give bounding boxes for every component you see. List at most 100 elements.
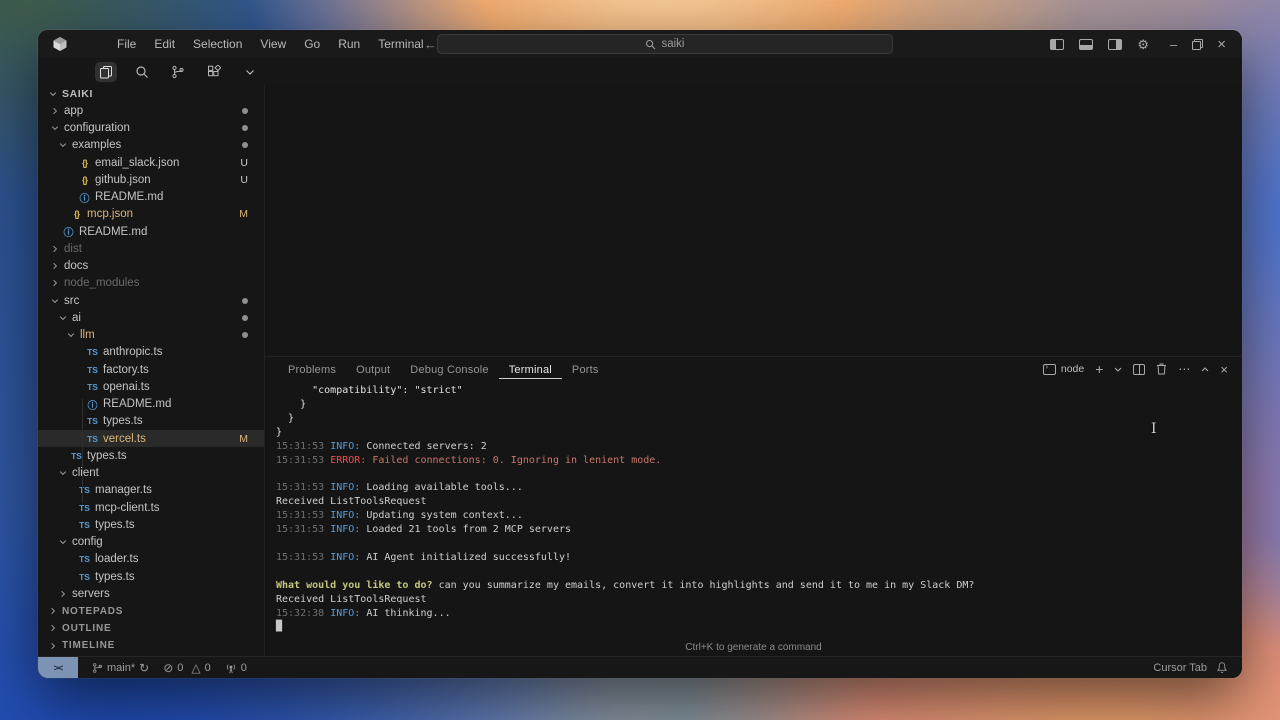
- tree-item-factory-ts[interactable]: TSfactory.ts: [38, 361, 264, 378]
- tree-item-label: dist: [64, 243, 82, 255]
- menu-file[interactable]: File: [108, 34, 145, 54]
- tree-item-config[interactable]: config: [38, 534, 264, 551]
- menu-edit[interactable]: Edit: [145, 34, 184, 54]
- extensions-icon[interactable]: [203, 62, 225, 82]
- chevron-right-icon: [56, 590, 69, 598]
- tree-item-ai[interactable]: ai: [38, 309, 264, 326]
- tree-item-outline[interactable]: OUTLINE: [38, 620, 264, 637]
- tree-item-examples[interactable]: examples: [38, 137, 264, 154]
- tree-item-label: types.ts: [95, 519, 135, 531]
- tree-item-saiki[interactable]: SAIKI: [38, 85, 264, 102]
- indent-guide: [82, 399, 83, 503]
- tree-item-readme-md[interactable]: ⓘREADME.md: [38, 396, 264, 413]
- minimize-button[interactable]: –: [1170, 38, 1177, 51]
- tree-item-label: README.md: [103, 398, 171, 410]
- nav-back-button[interactable]: ←: [424, 37, 437, 52]
- tree-item-vercel-ts[interactable]: TSvercel.tsM: [38, 430, 264, 447]
- panel-tab-debug-console[interactable]: Debug Console: [400, 360, 498, 379]
- source-control-icon[interactable]: [167, 62, 189, 82]
- terminal-dropdown-icon[interactable]: [1114, 366, 1122, 373]
- search-view-icon[interactable]: [131, 62, 153, 82]
- json-file-icon: {}: [69, 209, 84, 219]
- tree-item-label: SAIKI: [62, 88, 93, 100]
- tree-item-github-json[interactable]: {}github.jsonU: [38, 171, 264, 188]
- terminal-output[interactable]: "compatibility": "strict" } }}15:31:53 I…: [265, 381, 1242, 638]
- tree-item-client[interactable]: client: [38, 465, 264, 482]
- file-tree: SAIKIappconfigurationexamples{}email_sla…: [38, 85, 264, 656]
- toggle-sidebar-icon[interactable]: [1050, 39, 1064, 50]
- tree-item-label: README.md: [79, 226, 147, 238]
- restore-button[interactable]: [1192, 39, 1202, 49]
- tree-item-manager-ts[interactable]: TSmanager.ts: [38, 482, 264, 499]
- tree-item-readme-md[interactable]: ⓘREADME.md: [38, 189, 264, 206]
- explorer-icon[interactable]: [95, 62, 117, 82]
- problems-status[interactable]: ⊘ 0 △ 0: [163, 662, 211, 674]
- tree-item-mcp-client-ts[interactable]: TSmcp-client.ts: [38, 499, 264, 516]
- remote-indicator[interactable]: ><: [38, 657, 78, 679]
- tree-item-label: factory.ts: [103, 364, 149, 376]
- tree-item-types-ts[interactable]: TStypes.ts: [38, 516, 264, 533]
- menu-go[interactable]: Go: [295, 34, 329, 54]
- settings-gear-icon[interactable]: ⚙: [1137, 38, 1149, 51]
- tree-item-src[interactable]: src: [38, 292, 264, 309]
- tree-item-docs[interactable]: docs: [38, 258, 264, 275]
- chevron-down-icon: [64, 331, 77, 339]
- panel-tab-terminal[interactable]: Terminal: [499, 360, 562, 379]
- maximize-panel-icon[interactable]: [1201, 366, 1209, 373]
- tree-item-notepads[interactable]: NOTEPADS: [38, 603, 264, 620]
- menu-run[interactable]: Run: [329, 34, 369, 54]
- cursor-tab-status[interactable]: Cursor Tab: [1153, 662, 1207, 674]
- menu-view[interactable]: View: [251, 34, 295, 54]
- tree-item-servers[interactable]: servers: [38, 585, 264, 602]
- editor-area[interactable]: [265, 85, 1242, 356]
- git-branch-status[interactable]: main* ↻: [92, 662, 149, 674]
- tree-item-timeline[interactable]: TIMELINE: [38, 637, 264, 654]
- close-panel-icon[interactable]: ×: [1220, 363, 1228, 376]
- tree-item-node-modules[interactable]: node_modules: [38, 275, 264, 292]
- chevron-down-icon: [56, 141, 69, 149]
- toggle-panel-icon[interactable]: [1079, 39, 1093, 50]
- menu-selection[interactable]: Selection: [184, 34, 251, 54]
- ports-status[interactable]: 0: [225, 662, 247, 674]
- tree-item-label: src: [64, 295, 79, 307]
- notifications-bell-icon[interactable]: [1216, 661, 1228, 674]
- close-button[interactable]: ×: [1217, 37, 1226, 52]
- tree-item-openai-ts[interactable]: TSopenai.ts: [38, 378, 264, 395]
- panel-tab-problems[interactable]: Problems: [278, 360, 346, 379]
- ts-file-icon: TS: [85, 365, 100, 375]
- tree-item-label: loader.ts: [95, 553, 138, 565]
- toggle-secondary-sidebar-icon[interactable]: [1108, 39, 1122, 50]
- tree-item-label: email_slack.json: [95, 157, 179, 169]
- terminal-line: [276, 565, 1242, 579]
- tree-item-types-ts[interactable]: TStypes.ts: [38, 568, 264, 585]
- more-actions-icon[interactable]: ⋯: [1178, 363, 1190, 375]
- kill-terminal-icon[interactable]: [1156, 363, 1167, 375]
- tree-item-label: servers: [72, 588, 110, 600]
- panel-tab-ports[interactable]: Ports: [562, 360, 609, 379]
- split-terminal-icon[interactable]: [1133, 364, 1145, 375]
- tree-item-dist[interactable]: dist: [38, 240, 264, 257]
- tree-item-types-ts[interactable]: TStypes.ts: [38, 447, 264, 464]
- search-icon: [645, 39, 656, 50]
- tree-item-email-slack-json[interactable]: {}email_slack.jsonU: [38, 154, 264, 171]
- tree-item-label: github.json: [95, 174, 151, 186]
- new-terminal-button[interactable]: +: [1095, 362, 1103, 376]
- tree-item-anthropic-ts[interactable]: TSanthropic.ts: [38, 344, 264, 361]
- panel-tab-output[interactable]: Output: [346, 360, 400, 379]
- tree-item-llm[interactable]: llm: [38, 327, 264, 344]
- tree-item-types-ts[interactable]: TStypes.ts: [38, 413, 264, 430]
- tree-item-app[interactable]: app: [38, 102, 264, 119]
- tree-item-readme-md[interactable]: ⓘREADME.md: [38, 223, 264, 240]
- command-search-input[interactable]: saiki: [437, 34, 893, 54]
- tree-item-configuration[interactable]: configuration: [38, 120, 264, 137]
- activity-bar: [38, 58, 1242, 85]
- tree-item-loader-ts[interactable]: TSloader.ts: [38, 551, 264, 568]
- tree-item-mcp-json[interactable]: {}mcp.jsonM: [38, 206, 264, 223]
- terminal-line: }: [276, 412, 1242, 426]
- git-changes-dot: [242, 332, 248, 338]
- terminal-line: 15:31:53 ERROR: Failed connections: 0. I…: [276, 454, 1242, 468]
- tree-item-label: app: [64, 105, 83, 117]
- chevron-down-icon[interactable]: [239, 62, 261, 82]
- terminal-instance-label[interactable]: node: [1043, 363, 1084, 375]
- git-status-badge: M: [239, 433, 248, 445]
